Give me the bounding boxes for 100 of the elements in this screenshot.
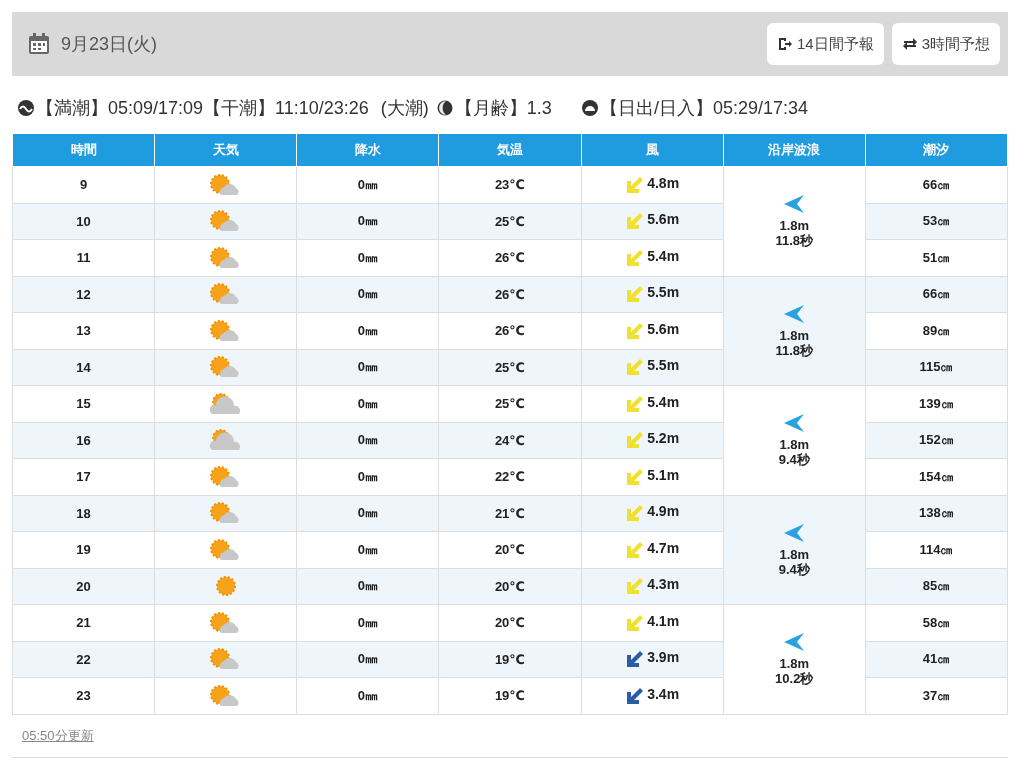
swap-icon	[901, 36, 918, 52]
tide-cell: 114㎝	[865, 531, 1008, 568]
wind-speed: 3.9m	[647, 649, 680, 666]
hour-cell: 13	[12, 312, 155, 349]
hour-cell: 12	[12, 276, 155, 313]
hour-cell: 20	[12, 568, 155, 605]
hour-cell: 10	[12, 203, 155, 240]
wave-direction-icon	[783, 522, 806, 543]
date-title: 9月23日(火)	[61, 33, 158, 56]
wave-direction-icon	[783, 413, 806, 434]
wave-direction-icon	[783, 632, 806, 653]
column-header: 風	[581, 134, 724, 167]
rain-cell: 0㎜	[296, 604, 439, 641]
column-header: 気温	[438, 134, 582, 167]
temperature-cell: 19℃	[438, 641, 582, 678]
wave-height: 1.8m	[778, 327, 811, 343]
rain-cell: 0㎜	[296, 239, 439, 276]
wind-speed: 4.7m	[647, 540, 680, 557]
hour-cell: 14	[12, 349, 155, 386]
hour-cell: 22	[12, 641, 155, 678]
rain-cell: 0㎜	[296, 312, 439, 349]
rain-cell: 0㎜	[296, 568, 439, 605]
wind-speed: 5.6m	[647, 211, 680, 228]
rain-cell: 0㎜	[296, 531, 439, 568]
forecast-button[interactable]: 3時間予想	[891, 23, 1000, 65]
tide-cell: 58㎝	[865, 604, 1008, 641]
hour-cell: 17	[12, 458, 155, 495]
update-time-link[interactable]: 05:50分更新	[22, 726, 94, 745]
temperature-cell: 20℃	[438, 531, 582, 568]
hour-cell: 23	[12, 677, 155, 714]
hour-cell: 19	[12, 531, 155, 568]
tide-cell: 115㎝	[865, 349, 1008, 386]
tide-cell: 37㎝	[865, 677, 1008, 714]
wind-speed: 4.3m	[647, 576, 680, 593]
wind-speed: 4.8m	[647, 175, 680, 192]
tide-cell: 41㎝	[865, 641, 1008, 678]
hour-cell: 15	[12, 385, 155, 422]
wave-period: 11.8秒	[774, 342, 815, 358]
tide-cell: 51㎝	[865, 239, 1008, 276]
rain-cell: 0㎜	[296, 641, 439, 678]
low-tide-text: 【干潮】11:10/23:26	[203, 97, 369, 120]
rain-cell: 0㎜	[296, 349, 439, 386]
sun-icon	[214, 575, 237, 598]
wind-speed: 5.2m	[647, 430, 680, 447]
exit-icon	[776, 36, 793, 52]
rain-cell: 0㎜	[296, 203, 439, 240]
tide-cell: 85㎝	[865, 568, 1008, 605]
temperature-cell: 23℃	[438, 166, 582, 203]
tide-cell: 66㎝	[865, 276, 1008, 313]
wave-period: 9.4秒	[777, 561, 811, 577]
temperature-cell: 25℃	[438, 349, 582, 386]
rain-cell: 0㎜	[296, 166, 439, 203]
temperature-cell: 21℃	[438, 495, 582, 532]
rain-cell: 0㎜	[296, 677, 439, 714]
column-header: 沿岸波浪	[723, 134, 866, 167]
temperature-cell: 24℃	[438, 422, 582, 459]
temperature-cell: 25℃	[438, 385, 582, 422]
cloud-sun-icon	[208, 392, 243, 415]
moon-icon	[436, 100, 453, 116]
calendar-icon	[27, 32, 51, 56]
hour-cell: 18	[12, 495, 155, 532]
tide-cell: 154㎝	[865, 458, 1008, 495]
temperature-cell: 19℃	[438, 677, 582, 714]
wind-speed: 4.1m	[647, 613, 680, 630]
column-header: 潮汐	[865, 134, 1008, 167]
hour-cell: 11	[12, 239, 155, 276]
temperature-cell: 20℃	[438, 568, 582, 605]
wave-period: 9.4秒	[777, 452, 811, 468]
cloud-sun-icon	[208, 429, 243, 452]
tide-icon	[18, 100, 34, 116]
wave-direction-icon	[783, 303, 806, 324]
temperature-cell: 22℃	[438, 458, 582, 495]
tide-cell: 138㎝	[865, 495, 1008, 532]
wind-speed: 5.4m	[647, 394, 680, 411]
hour-cell: 9	[12, 166, 155, 203]
wind-speed: 3.4m	[647, 686, 680, 703]
column-header: 降水	[296, 134, 439, 167]
wave-height: 1.8m	[778, 218, 811, 234]
wind-speed: 5.5m	[647, 284, 680, 301]
sunrise-text: 【日出/日入】05:29/17:34	[599, 97, 808, 120]
wind-speed: 5.5m	[647, 357, 680, 374]
temperature-cell: 26℃	[438, 276, 582, 313]
wind-speed: 5.1m	[647, 467, 680, 484]
wind-speed: 4.9m	[647, 503, 680, 520]
rain-cell: 0㎜	[296, 495, 439, 532]
forecast-button[interactable]: 14日間予報	[766, 23, 884, 65]
rain-cell: 0㎜	[296, 458, 439, 495]
temperature-cell: 20℃	[438, 604, 582, 641]
temperature-cell: 26℃	[438, 239, 582, 276]
rain-cell: 0㎜	[296, 276, 439, 313]
column-header: 時間	[12, 134, 155, 167]
tide-cell: 139㎝	[865, 385, 1008, 422]
temperature-cell: 25℃	[438, 203, 582, 240]
tide-cell: 89㎝	[865, 312, 1008, 349]
rain-cell: 0㎜	[296, 422, 439, 459]
tide-cell: 66㎝	[865, 166, 1008, 203]
high-tide-text: 【満潮】05:09/17:09	[36, 97, 204, 120]
tide-cell: 53㎝	[865, 203, 1008, 240]
wave-height: 1.8m	[778, 437, 811, 453]
moon-age-text: 【月齢】1.3	[454, 97, 552, 120]
